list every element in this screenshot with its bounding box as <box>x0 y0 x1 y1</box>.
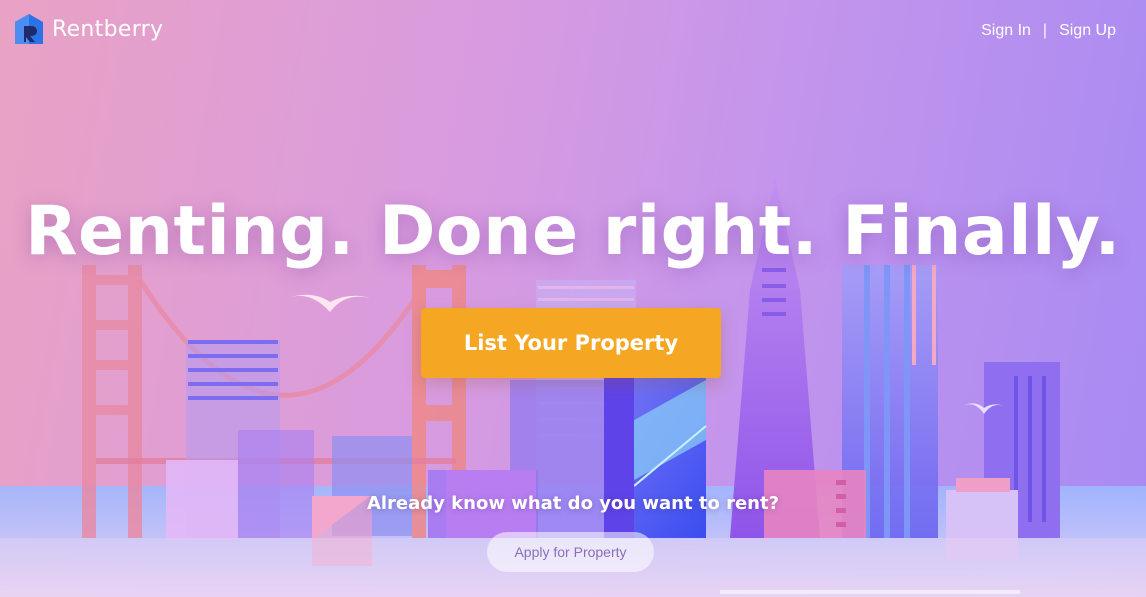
bird-1 <box>288 294 370 312</box>
house-logo-icon <box>15 14 43 44</box>
brand-logo[interactable]: Rentberry <box>12 12 163 46</box>
sign-up-link[interactable]: Sign Up <box>1059 22 1116 40</box>
list-your-property-button[interactable]: List Your Property <box>421 308 721 378</box>
building-blue-left <box>238 430 314 538</box>
auth-separator: | <box>1042 22 1048 39</box>
auth-links: Sign In | Sign Up <box>981 22 1116 40</box>
apply-for-property-button[interactable]: Apply for Property <box>487 532 654 572</box>
sign-in-link[interactable]: Sign In <box>981 22 1031 40</box>
glass-tower-side <box>604 378 634 538</box>
brand-name: Rentberry <box>52 16 164 42</box>
hero-subtext: Already know what do you want to rent? <box>366 493 780 514</box>
hero-headline: Renting. Done right. Finally. <box>25 192 1121 271</box>
top-navigation: Rentberry Sign In | Sign Up <box>0 0 1146 64</box>
